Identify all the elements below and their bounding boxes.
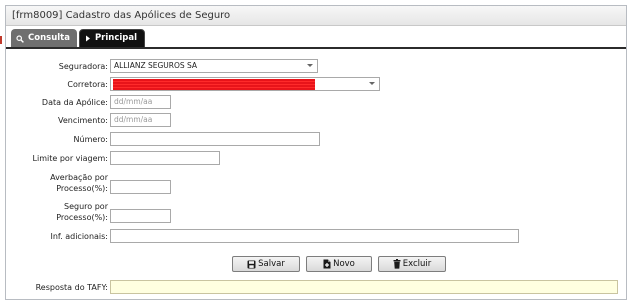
seguradora-value: ALLIANZ SEGUROS SA <box>114 61 198 70</box>
new-button-label: Novo <box>333 259 355 269</box>
seguradora-label: Seguradora: <box>58 62 108 71</box>
chevron-down-icon <box>369 82 375 85</box>
new-document-icon <box>323 259 331 269</box>
chevron-down-icon <box>307 64 313 67</box>
numero-input[interactable] <box>110 132 320 146</box>
edge-marker <box>0 36 2 44</box>
search-icon <box>16 34 24 43</box>
corretora-label: Corretora: <box>67 80 108 89</box>
caret-right-icon <box>85 35 91 42</box>
averbacao-label-line1: Averbação por <box>50 173 108 182</box>
limite-viagem-label: Limite por viagem: <box>32 154 108 163</box>
tab-principal[interactable]: Principal <box>78 29 146 48</box>
save-button-label: Salvar <box>258 259 285 269</box>
seguro-input[interactable] <box>110 209 171 223</box>
data-apolice-label: Data da Apólice: <box>41 98 108 107</box>
data-apolice-input[interactable]: dd/mm/aa <box>110 95 171 109</box>
window-title: [frm8009] Cadastro das Apólices de Segur… <box>6 6 626 26</box>
numero-label: Número: <box>73 135 108 144</box>
seguro-label-line1: Seguro por <box>64 202 108 211</box>
inf-adicionais-label: Inf. adicionais: <box>50 232 108 241</box>
form-window: [frm8009] Cadastro das Apólices de Segur… <box>5 5 627 300</box>
seguradora-select[interactable]: ALLIANZ SEGUROS SA <box>110 59 318 73</box>
resposta-tafy-field <box>110 280 618 294</box>
delete-button-label: Excluir <box>402 259 432 269</box>
vencimento-input[interactable]: dd/mm/aa <box>110 113 171 127</box>
redaction-mark <box>113 79 315 90</box>
save-icon <box>247 260 256 269</box>
action-buttons: Salvar Novo Excluir <box>232 256 446 272</box>
new-button[interactable]: Novo <box>306 256 372 272</box>
inf-adicionais-input[interactable] <box>110 229 519 243</box>
corretora-select[interactable] <box>110 77 380 91</box>
seguro-label-line2: Processo(%): <box>56 213 108 222</box>
resposta-tafy-label: Resposta do TAFY: <box>35 283 108 292</box>
tab-bar: Consulta Principal <box>11 29 146 48</box>
averbacao-input[interactable] <box>110 180 171 194</box>
trash-icon <box>393 259 401 269</box>
save-button[interactable]: Salvar <box>232 256 300 272</box>
tab-principal-label: Principal <box>94 33 138 43</box>
tab-consulta-label: Consulta <box>28 33 70 43</box>
averbacao-label-line2: Processo(%): <box>56 184 108 193</box>
vencimento-label: Vencimento: <box>58 116 108 125</box>
tab-divider <box>6 47 626 49</box>
tab-consulta[interactable]: Consulta <box>11 29 77 48</box>
delete-button[interactable]: Excluir <box>378 256 446 272</box>
limite-viagem-input[interactable] <box>110 151 220 165</box>
